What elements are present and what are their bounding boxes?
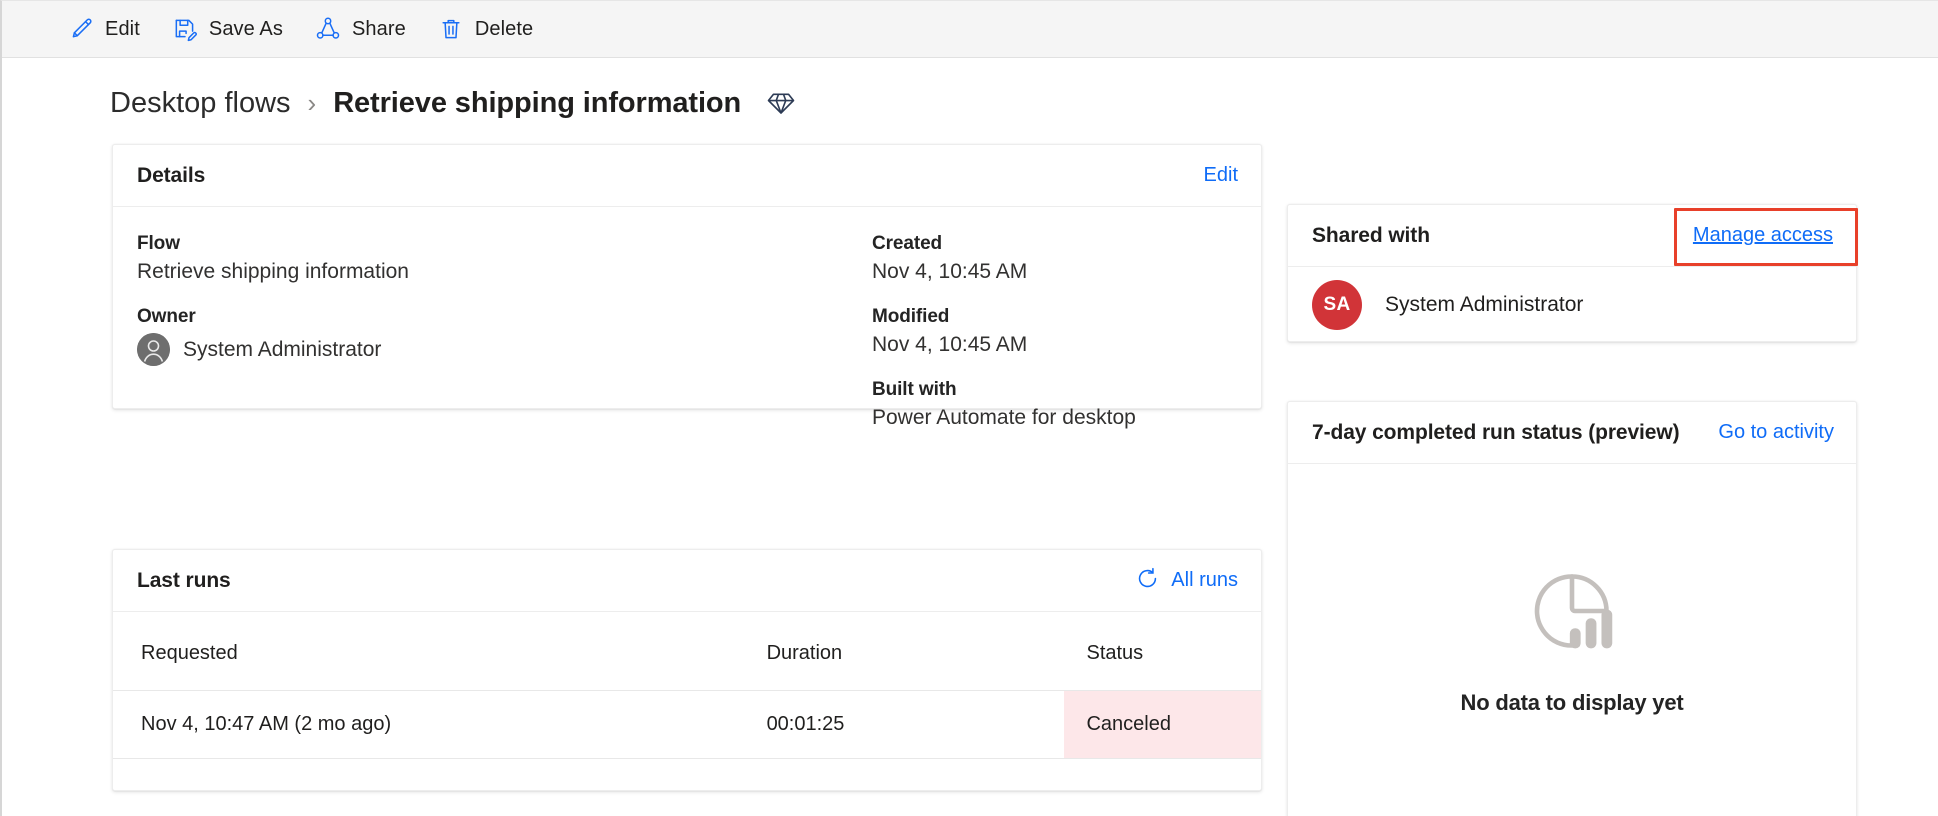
go-to-activity-link[interactable]: Go to activity [1718, 421, 1834, 444]
details-left-column: Flow Retrieve shipping information Owner [137, 233, 697, 366]
run-duration-cell: 00:01:25 [764, 690, 1065, 759]
shared-with-person-name: System Administrator [1385, 293, 1584, 316]
details-field-built-with-value: Power Automate for desktop [872, 406, 1136, 429]
page-content: Desktop flows › Retrieve shipping inform… [2, 58, 1938, 816]
all-runs-label: All runs [1171, 569, 1238, 591]
details-field-flow-value: Retrieve shipping information [137, 260, 409, 283]
column-header-status[interactable]: Status [1064, 612, 1261, 691]
details-field-created-label: Created [872, 233, 943, 254]
page-title: Retrieve shipping information [333, 86, 742, 119]
details-field-owner-value: System Administrator [183, 337, 382, 361]
pencil-icon [68, 16, 94, 42]
breadcrumb: Desktop flows › Retrieve shipping inform… [110, 81, 796, 125]
details-field-flow-label: Flow [137, 233, 180, 254]
breadcrumb-parent-link[interactable]: Desktop flows [110, 87, 291, 120]
share-button-label: Share [351, 17, 406, 40]
shared-with-card-header: Shared with Manage access [1288, 205, 1856, 267]
delete-button-label: Delete [474, 17, 534, 40]
save-as-button-label: Save As [208, 17, 283, 40]
details-card-header: Details Edit [113, 145, 1261, 207]
table-header-row: Requested Duration Status [113, 612, 1261, 691]
details-field-built-with-label: Built with [872, 379, 957, 400]
shared-with-card-title: Shared with [1312, 223, 1430, 247]
edit-button[interactable]: Edit [54, 7, 154, 51]
details-card-body: Flow Retrieve shipping information Owner [113, 207, 1261, 429]
app-root: Edit Save As Share Delete Desktop flows … [0, 0, 1938, 816]
details-field-built-with: Built with Power Automate for desktop [872, 379, 1232, 430]
last-runs-card-title: Last runs [137, 568, 231, 592]
run-status-card-title: 7-day completed run status (preview) [1312, 420, 1680, 444]
trash-icon [438, 16, 464, 42]
share-icon [315, 16, 341, 42]
shared-with-person-row: SA System Administrator [1288, 267, 1856, 343]
details-field-owner-label: Owner [137, 306, 196, 327]
details-field-owner: Owner System Administrator [137, 306, 697, 366]
run-status-card: 7-day completed run status (preview) Go … [1287, 401, 1857, 816]
all-runs-link[interactable]: All runs [1135, 566, 1238, 596]
run-status-card-header: 7-day completed run status (preview) Go … [1288, 402, 1856, 464]
manage-access-link[interactable]: Manage access [1693, 224, 1833, 247]
avatar: SA [1312, 280, 1362, 330]
last-runs-table: Requested Duration Status Nov 4, 10:47 A… [113, 612, 1261, 759]
last-runs-table-body: Nov 4, 10:47 AM (2 mo ago) 00:01:25 Canc… [113, 690, 1261, 759]
details-right-column: Created Nov 4, 10:45 AM Modified Nov 4, … [872, 233, 1232, 430]
run-requested-cell: Nov 4, 10:47 AM (2 mo ago) [113, 690, 765, 759]
column-header-duration[interactable]: Duration [764, 612, 1065, 691]
column-header-requested[interactable]: Requested [113, 612, 765, 691]
share-button[interactable]: Share [301, 7, 420, 51]
command-bar: Edit Save As Share Delete [2, 1, 1938, 58]
details-field-modified: Modified Nov 4, 10:45 AM [872, 306, 1232, 357]
delete-button[interactable]: Delete [424, 7, 547, 51]
run-status-badge: Canceled [1064, 690, 1261, 759]
run-status-empty-text: No data to display yet [1460, 690, 1684, 715]
gem-icon [766, 88, 796, 118]
run-status-empty-state: No data to display yet [1288, 464, 1856, 816]
last-runs-card-header: Last runs All runs [113, 550, 1261, 612]
details-field-created-value: Nov 4, 10:45 AM [872, 260, 1028, 283]
owner-row: System Administrator [137, 333, 697, 366]
last-runs-table-head: Requested Duration Status [113, 612, 1261, 691]
save-as-button[interactable]: Save As [158, 7, 297, 51]
owner-avatar-icon [137, 333, 170, 366]
details-card: Details Edit Flow Retrieve shipping info… [112, 144, 1262, 429]
details-card-title: Details [137, 163, 206, 187]
edit-button-label: Edit [105, 17, 140, 40]
shared-with-card: Shared with Manage access SA System Admi… [1287, 204, 1857, 342]
details-edit-link[interactable]: Edit [1204, 164, 1238, 187]
last-runs-card: Last runs All runs Requested Duration St… [112, 549, 1262, 791]
save-as-icon [172, 16, 198, 42]
table-row[interactable]: Nov 4, 10:47 AM (2 mo ago) 00:01:25 Canc… [113, 690, 1261, 759]
details-field-created: Created Nov 4, 10:45 AM [872, 233, 1232, 284]
details-field-modified-value: Nov 4, 10:45 AM [872, 333, 1028, 356]
details-field-flow: Flow Retrieve shipping information [137, 233, 697, 284]
breadcrumb-separator: › [307, 88, 317, 118]
pie-bar-chart-icon [1526, 565, 1618, 662]
details-field-modified-label: Modified [872, 306, 950, 327]
refresh-icon [1135, 566, 1160, 596]
